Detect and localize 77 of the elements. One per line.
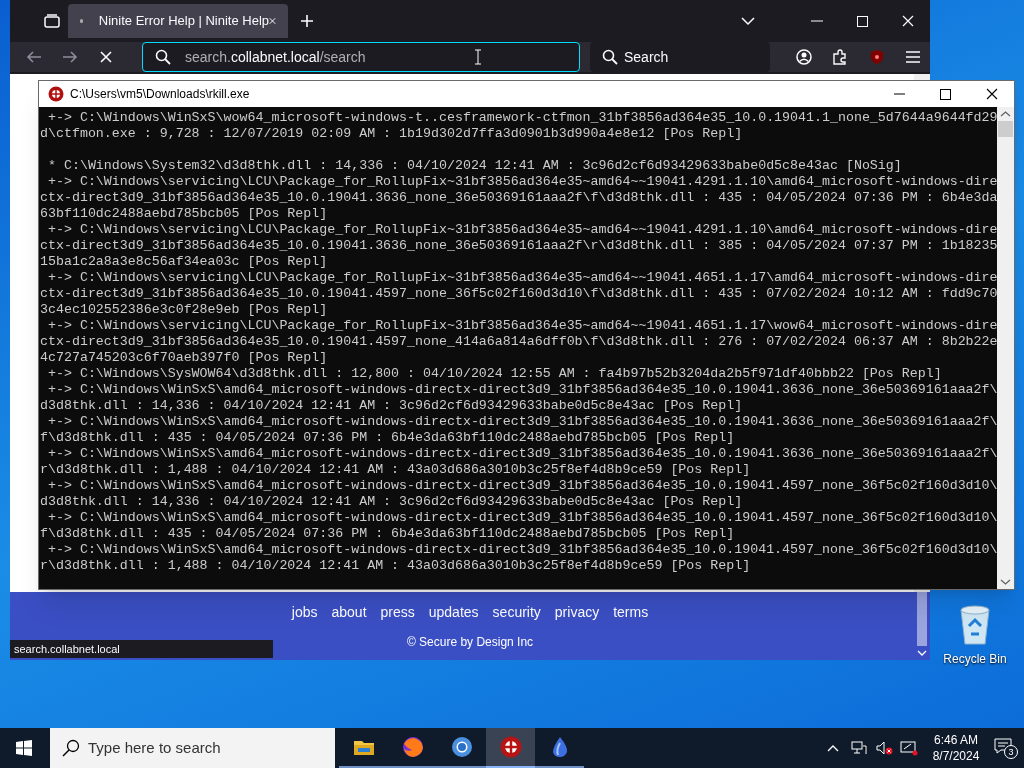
clock-time[interactable]: 6:46 AM	[934, 732, 978, 748]
taskbar-app[interactable]	[486, 728, 535, 768]
console-line: d\ctfmon.exe : 9,728 : 12/07/2019 02:09 AM : 1b19d302d7ffa3d0901b3d990a4e8e12 [Pos Repl]	[40, 126, 744, 142]
console-line: +-> C:\Windows\servicing\LCU\Package_for_RollupFix~31bf3856ad364e35~amd64~~19041.4291.1.10\amd64_microsoft-windows-dire	[46, 222, 997, 238]
console-line: d3d8thk.dll : 14,336 : 04/10/2024 12:41 AM : 3c96d2cf6d93429633babe0d5c8e43ac [Pos Repl]	[40, 398, 744, 414]
address-bar[interactable]: search.collabnet.local/search	[142, 42, 580, 72]
console-line: d3d8thk.dll : 14,336 : 04/10/2024 12:41 AM : 3c96d2cf6d93429633babe0d5c8e43ac [Pos Repl]	[40, 494, 744, 510]
chevron-up-icon[interactable]	[827, 744, 839, 752]
search-field[interactable]: Search	[590, 42, 770, 72]
account-icon[interactable]	[796, 49, 812, 65]
footer-link[interactable]: about	[331, 602, 367, 623]
browser-tab[interactable]: Ninite Error Help | Ninite Help	[68, 4, 288, 38]
console-line: f\d3d8thk.dll : 435 : 04/05/2024 07:36 PM : 6b4e3da63bf110dc2488aebd785bcb05 [Pos Repl]	[40, 430, 736, 446]
notification-badge: 3	[1004, 745, 1018, 759]
search-icon	[602, 49, 618, 65]
console-line: +-> C:\Windows\servicing\LCU\Package_for_RollupFix~31bf3856ad364e35~amd64~~19041.4291.1.10\amd64_microsoft-windows-dire	[46, 174, 997, 190]
tab-list-icon[interactable]	[44, 13, 60, 29]
notification-icon[interactable]	[994, 738, 1012, 754]
footer-link[interactable]: updates	[428, 602, 479, 623]
icon-label[interactable]: Recycle Bin	[940, 652, 1010, 666]
console-line: r\d3d8thk.dll : 1,488 : 04/10/2024 12:41 AM : 43a03d686a3010b3c25f8ef4d8b9ce59 [Pos Repl]	[40, 462, 752, 478]
footer-link[interactable]: security	[492, 602, 541, 623]
windows-icon[interactable]	[16, 740, 32, 756]
scrollbar-thumb[interactable]	[998, 121, 1013, 137]
search-icon	[155, 49, 171, 65]
console-line: ctx-direct3d9_31bf3856ad364e35_10.0.19041.3636_none_36e50369161aaa2f\r\d3d8thk.dll : 385 : 04/05/2024 07:37 PM : 1b18235	[40, 238, 997, 254]
clock-date[interactable]: 8/7/2024	[932, 748, 980, 764]
menu-icon[interactable]	[906, 51, 920, 63]
console-line: * C:\Windows\System32\d3d8thk.dll : 14,336 : 04/10/2024 12:41 AM : 3c96d2cf6d93429633babe0d5c8e43ac [NoSig]	[46, 158, 903, 174]
status-url: search.collabnet.local	[10, 640, 273, 658]
console-line: ctx-direct3d9_31bf3856ad364e35_10.0.19041.4597_none_414a6a814a6dff0b\f\d3d8thk.dll : 276 : 07/02/2024 06:37 AM : 8b2b22e	[40, 334, 997, 350]
console-line: ctx-direct3d9_31bf3856ad364e35_10.0.19041.4597_none_36f5c02f160d3d10\f\d3d8thk.dll : 435 : 07/02/2024 10:12 AM : fdd9c70	[40, 286, 997, 302]
console-line: f\d3d8thk.dll : 435 : 04/05/2024 07:36 PM : 6b4e3da63bf110dc2488aebd785bcb05 [Pos Repl]	[40, 526, 736, 542]
shield-icon[interactable]	[870, 49, 884, 65]
console-line: 3c4ec102552386e3c0f28e9eb [Pos Repl]	[40, 302, 329, 318]
app-icon	[48, 86, 64, 102]
new-tab-icon[interactable]	[300, 14, 314, 28]
console-line: +-> C:\Windows\servicing\LCU\Package_for_RollupFix~31bf3856ad364e35~amd64~~19041.4651.1.17\wow64_microsoft-windows-dire	[46, 318, 997, 334]
console-line: 4c727a745203c6f70aeb397f0 [Pos Repl]	[40, 350, 329, 366]
console-line: +-> C:\Windows\WinSxS\amd64_microsoft-windows-directx-direct3d9_31bf3856ad364e35_10.0.19041.4597_none_36f5c02f160d3d10\	[46, 478, 997, 494]
tab-title: Ninite Error Help | Ninite Help	[98, 12, 270, 31]
copyright-text: © Secure by Design Inc	[406, 634, 534, 651]
back-icon[interactable]	[26, 50, 42, 64]
text-cursor-icon	[473, 49, 482, 65]
console-line: 63bf110dc2488aebd785bcb05 [Pos Repl]	[40, 206, 329, 222]
stop-icon[interactable]	[100, 51, 112, 63]
fox-browser-icon	[400, 735, 425, 759]
footer-link[interactable]: terms	[613, 602, 649, 623]
footer-link[interactable]: jobs	[291, 602, 318, 623]
maximize-icon[interactable]	[940, 88, 951, 100]
console-line: +-> C:\Windows\WinSxS\amd64_microsoft-windows-directx-direct3d9_31bf3856ad364e35_10.0.19041.3636_none_36e50369161aaa2f\	[46, 446, 997, 462]
console-line: r\d3d8thk.dll : 1,488 : 04/10/2024 12:41 AM : 43a03d686a3010b3c25f8ef4d8b9ce59 [Pos Repl]	[40, 558, 752, 574]
chevron-down-icon[interactable]	[741, 16, 755, 26]
console-line: +-> C:\Windows\servicing\LCU\Package_for_RollupFix~31bf3856ad364e35~amd64~~19041.4651.1.17\amd64_microsoft-windows-dire	[46, 270, 997, 286]
forward-icon[interactable]	[62, 50, 78, 64]
volume-muted-icon[interactable]	[875, 740, 893, 756]
console-line: +-> C:\Windows\WinSxS\amd64_microsoft-windows-directx-direct3d9_31bf3856ad364e35_10.0.19041.3636_none_36e50369161aaa2f\	[46, 382, 997, 398]
footer-link[interactable]: privacy	[554, 602, 600, 623]
puzzle-icon[interactable]	[832, 49, 848, 65]
scrollbar-thumb[interactable]	[917, 592, 927, 646]
console-line: +-> C:\Windows\WinSxS\wow64_microsoft-windows-t..cesframework-ctfmon_31bf3856ad364e35_10.0.19041.1_none_5d7644a9644fd29	[46, 110, 997, 126]
browser-ring-icon	[449, 735, 474, 759]
console-line: ctx-direct3d9_31bf3856ad364e35_10.0.19041.3636_none_36e50369161aaa2f\f\d3d8thk.dll : 435 : 04/05/2024 07:36 PM : 6b4e3da	[40, 190, 997, 206]
url-text: search.collabnet.local/search	[185, 47, 366, 67]
taskbar-search-field[interactable]: Type here to search	[50, 728, 335, 768]
footer-link[interactable]: press	[380, 602, 415, 623]
display-icon[interactable]	[900, 740, 918, 756]
close-icon[interactable]	[986, 88, 998, 100]
console-line: +-> C:\Windows\WinSxS\amd64_microsoft-windows-directx-direct3d9_31bf3856ad364e35_10.0.19041.4597_none_36f5c02f160d3d10\	[46, 542, 997, 558]
console-line: +-> C:\Windows\SysWOW64\d3d8thk.dll : 12,800 : 04/10/2024 12:55 AM : fa4b97b52b3204da2b5f971df40bbb22 [Pos Repl]	[46, 366, 943, 382]
search-icon	[62, 739, 80, 757]
console-line: +-> C:\Windows\WinSxS\amd64_microsoft-windows-directx-direct3d9_31bf3856ad364e35_10.0.19041.3636_none_36e50369161aaa2f\	[46, 414, 997, 430]
window-title: C:\Users\vm5\Downloads\rkill.exe	[70, 86, 250, 103]
console-line: +-> C:\Windows\WinSxS\amd64_microsoft-windows-directx-direct3d9_31bf3856ad364e35_10.0.19041.4597_none_36f5c02f160d3d10\	[46, 510, 997, 526]
crosshair-app-icon	[498, 735, 523, 759]
console-line: 15ba1c2a8a3e8c56af34ea03c [Pos Repl]	[40, 254, 329, 270]
network-icon[interactable]	[851, 740, 867, 756]
